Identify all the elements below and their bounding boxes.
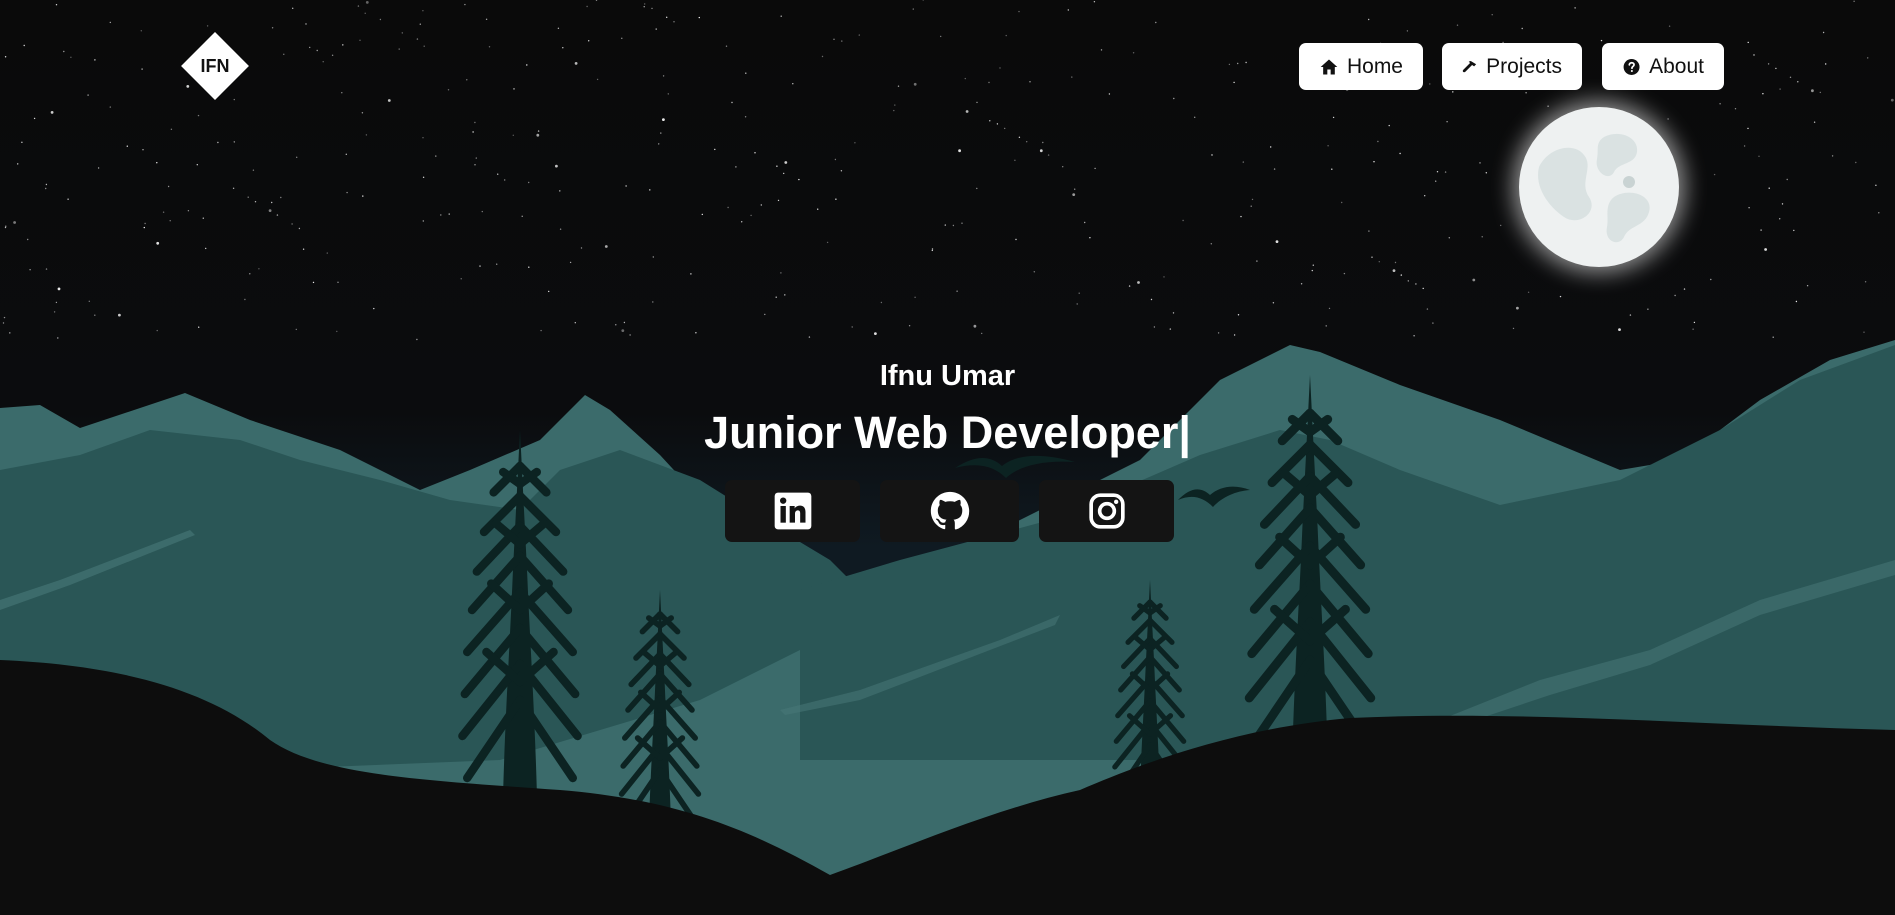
github-link[interactable] xyxy=(880,480,1019,542)
question-circle-icon xyxy=(1623,58,1640,75)
nav-projects-button[interactable]: Projects xyxy=(1442,43,1582,90)
nav-about-button[interactable]: About xyxy=(1602,43,1724,90)
home-icon xyxy=(1320,59,1338,74)
nav-projects-label: Projects xyxy=(1486,54,1562,78)
nav-home-label: Home xyxy=(1346,54,1403,78)
logo-text: IFN xyxy=(200,56,230,76)
linkedin-link[interactable] xyxy=(725,480,860,542)
moon xyxy=(1519,107,1679,267)
github-icon xyxy=(930,491,969,530)
logo[interactable]: IFN xyxy=(181,32,249,100)
hero-role: Junior Web Developer| xyxy=(704,407,1191,458)
nav-home-button[interactable]: Home xyxy=(1299,43,1423,90)
hero-name: Ifnu Umar xyxy=(879,360,1016,392)
hammer-icon xyxy=(1462,60,1477,72)
nav-about-label: About xyxy=(1649,54,1704,78)
instagram-icon xyxy=(1088,493,1125,529)
linkedin-icon xyxy=(774,492,811,530)
instagram-link[interactable] xyxy=(1039,480,1174,542)
